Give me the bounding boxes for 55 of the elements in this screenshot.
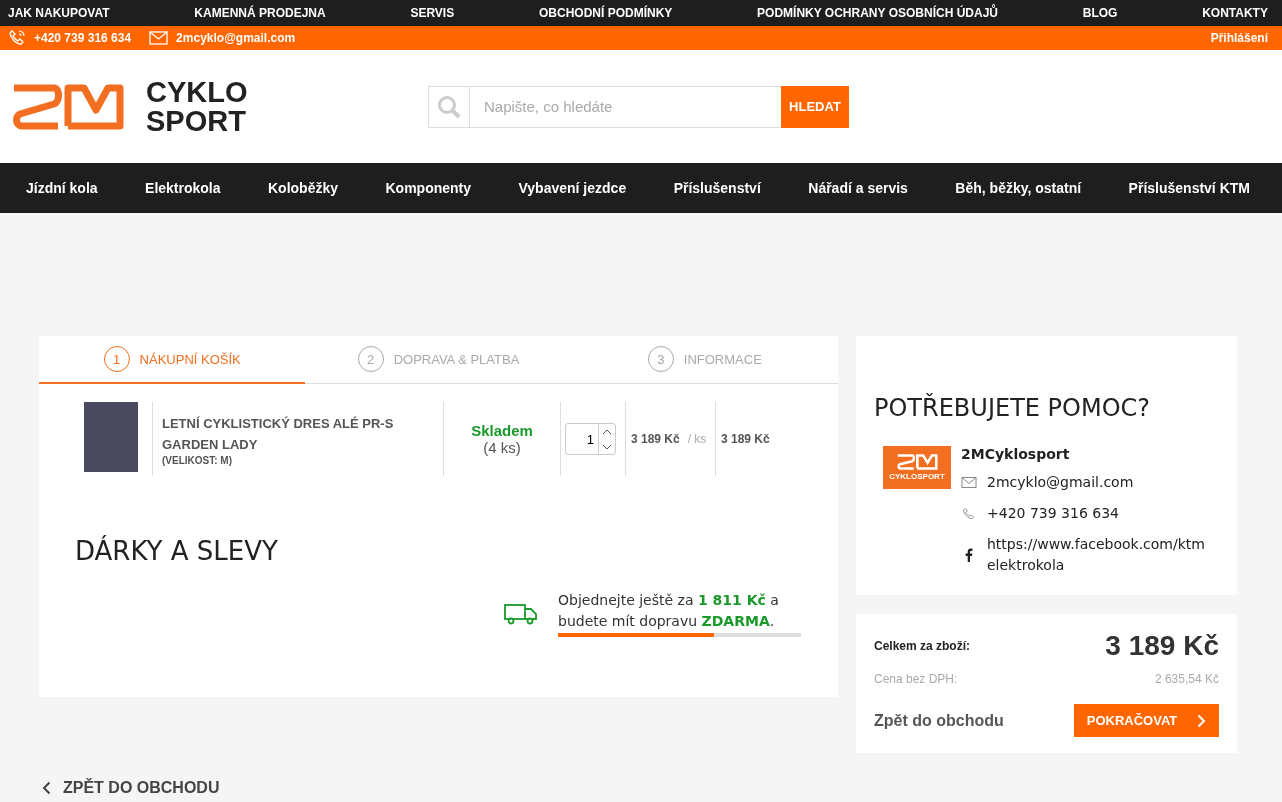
- category-link[interactable]: Příslušenství: [673, 180, 761, 196]
- facebook-link[interactable]: https://www.facebook.com/ktmelektrokola: [987, 534, 1211, 576]
- top-nav-link[interactable]: OBCHODNÍ PODMÍNKY: [538, 6, 673, 20]
- phone-icon: [961, 506, 977, 521]
- email-address: 2mcyklo@gmail.com: [176, 31, 296, 45]
- category-link[interactable]: Komponenty: [385, 180, 472, 196]
- section-heading: DÁRKY A SLEVY: [75, 536, 279, 566]
- envelope-icon: [961, 477, 977, 488]
- top-nav-link[interactable]: KAMENNÁ PRODEJNA: [194, 6, 326, 20]
- product-variant: (VELIKOST: M): [162, 454, 233, 466]
- category-link[interactable]: Koloběžky: [268, 180, 338, 196]
- net-price-label: Cena bez DPH:: [874, 672, 958, 686]
- category-link[interactable]: Vybavení jezdce: [518, 180, 627, 196]
- company-name: 2MCyklosport: [961, 446, 1071, 462]
- category-link[interactable]: Příslušenství KTM: [1128, 180, 1250, 196]
- photo-placeholder: [84, 402, 138, 472]
- net-price: 2 635,54 Kč: [1154, 672, 1219, 686]
- logo-drawing: [895, 454, 939, 470]
- stock-status: Skladem: [471, 422, 533, 439]
- chevron-left-icon: [42, 781, 51, 795]
- category-link[interactable]: Elektrokola: [145, 180, 221, 196]
- chevron-down-icon[interactable]: [602, 443, 612, 450]
- logo-text: CYKLOSPORT: [889, 472, 945, 481]
- unit-price: 3 189 Kč: [631, 432, 680, 446]
- total-price: 3 189 Kč: [1105, 630, 1219, 662]
- envelope-icon: [149, 31, 169, 45]
- phone-number: +420 739 316 634: [34, 31, 132, 45]
- line-total: 3 189 Kč: [721, 432, 770, 446]
- phone-icon: [8, 29, 26, 47]
- back-to-shop-link[interactable]: ZPĚT DO OBCHODU: [63, 779, 220, 797]
- stock-count: (4 ks): [483, 439, 521, 456]
- search-field[interactable]: Napište, co hledáte: [469, 85, 781, 128]
- product-name[interactable]: LETNÍ CYKLISTICKÝ DRES ALÉ PR-S GARDEN LADY: [162, 412, 443, 455]
- phone-number: +420 739 316 634: [987, 504, 1119, 523]
- search-icon: [428, 85, 469, 128]
- truck-icon: [504, 602, 538, 625]
- total-label: Celkem za zboží:: [874, 639, 971, 653]
- free-shipping-message: Objednejte ještě za 1 811 Kč a budete mít dopravu ZDARMA.: [558, 592, 779, 629]
- category-link[interactable]: Nářadí a servis: [808, 180, 908, 196]
- category-link[interactable]: Běh, běžky, ostatní: [955, 180, 1082, 196]
- logo-text: SPORT: [146, 106, 247, 136]
- top-nav-link[interactable]: KONTAKTY: [1202, 6, 1268, 20]
- help-title: POTŘEBUJETE POMOC?: [874, 394, 1152, 422]
- back-to-shop-link[interactable]: Zpět do obchodu: [874, 711, 1004, 730]
- top-nav-link[interactable]: JAK NAKUPOVAT: [8, 6, 110, 20]
- chevron-right-icon: [1197, 713, 1207, 728]
- top-nav-link[interactable]: SERVIS: [410, 6, 455, 20]
- category-link[interactable]: Jízdní kola: [26, 180, 98, 196]
- top-nav-link[interactable]: BLOG: [1082, 6, 1118, 20]
- chevron-up-icon[interactable]: [602, 428, 612, 435]
- quantity-stepper[interactable]: 1: [565, 423, 616, 455]
- logo-text: CYKLO: [146, 77, 248, 107]
- email-link[interactable]: 2mcyklo@gmail.com: [987, 472, 1134, 493]
- top-nav-link[interactable]: PODMÍNKY OCHRANY OSOBNÍCH ÚDAJŮ: [757, 6, 998, 20]
- unit-label: / ks: [687, 432, 707, 446]
